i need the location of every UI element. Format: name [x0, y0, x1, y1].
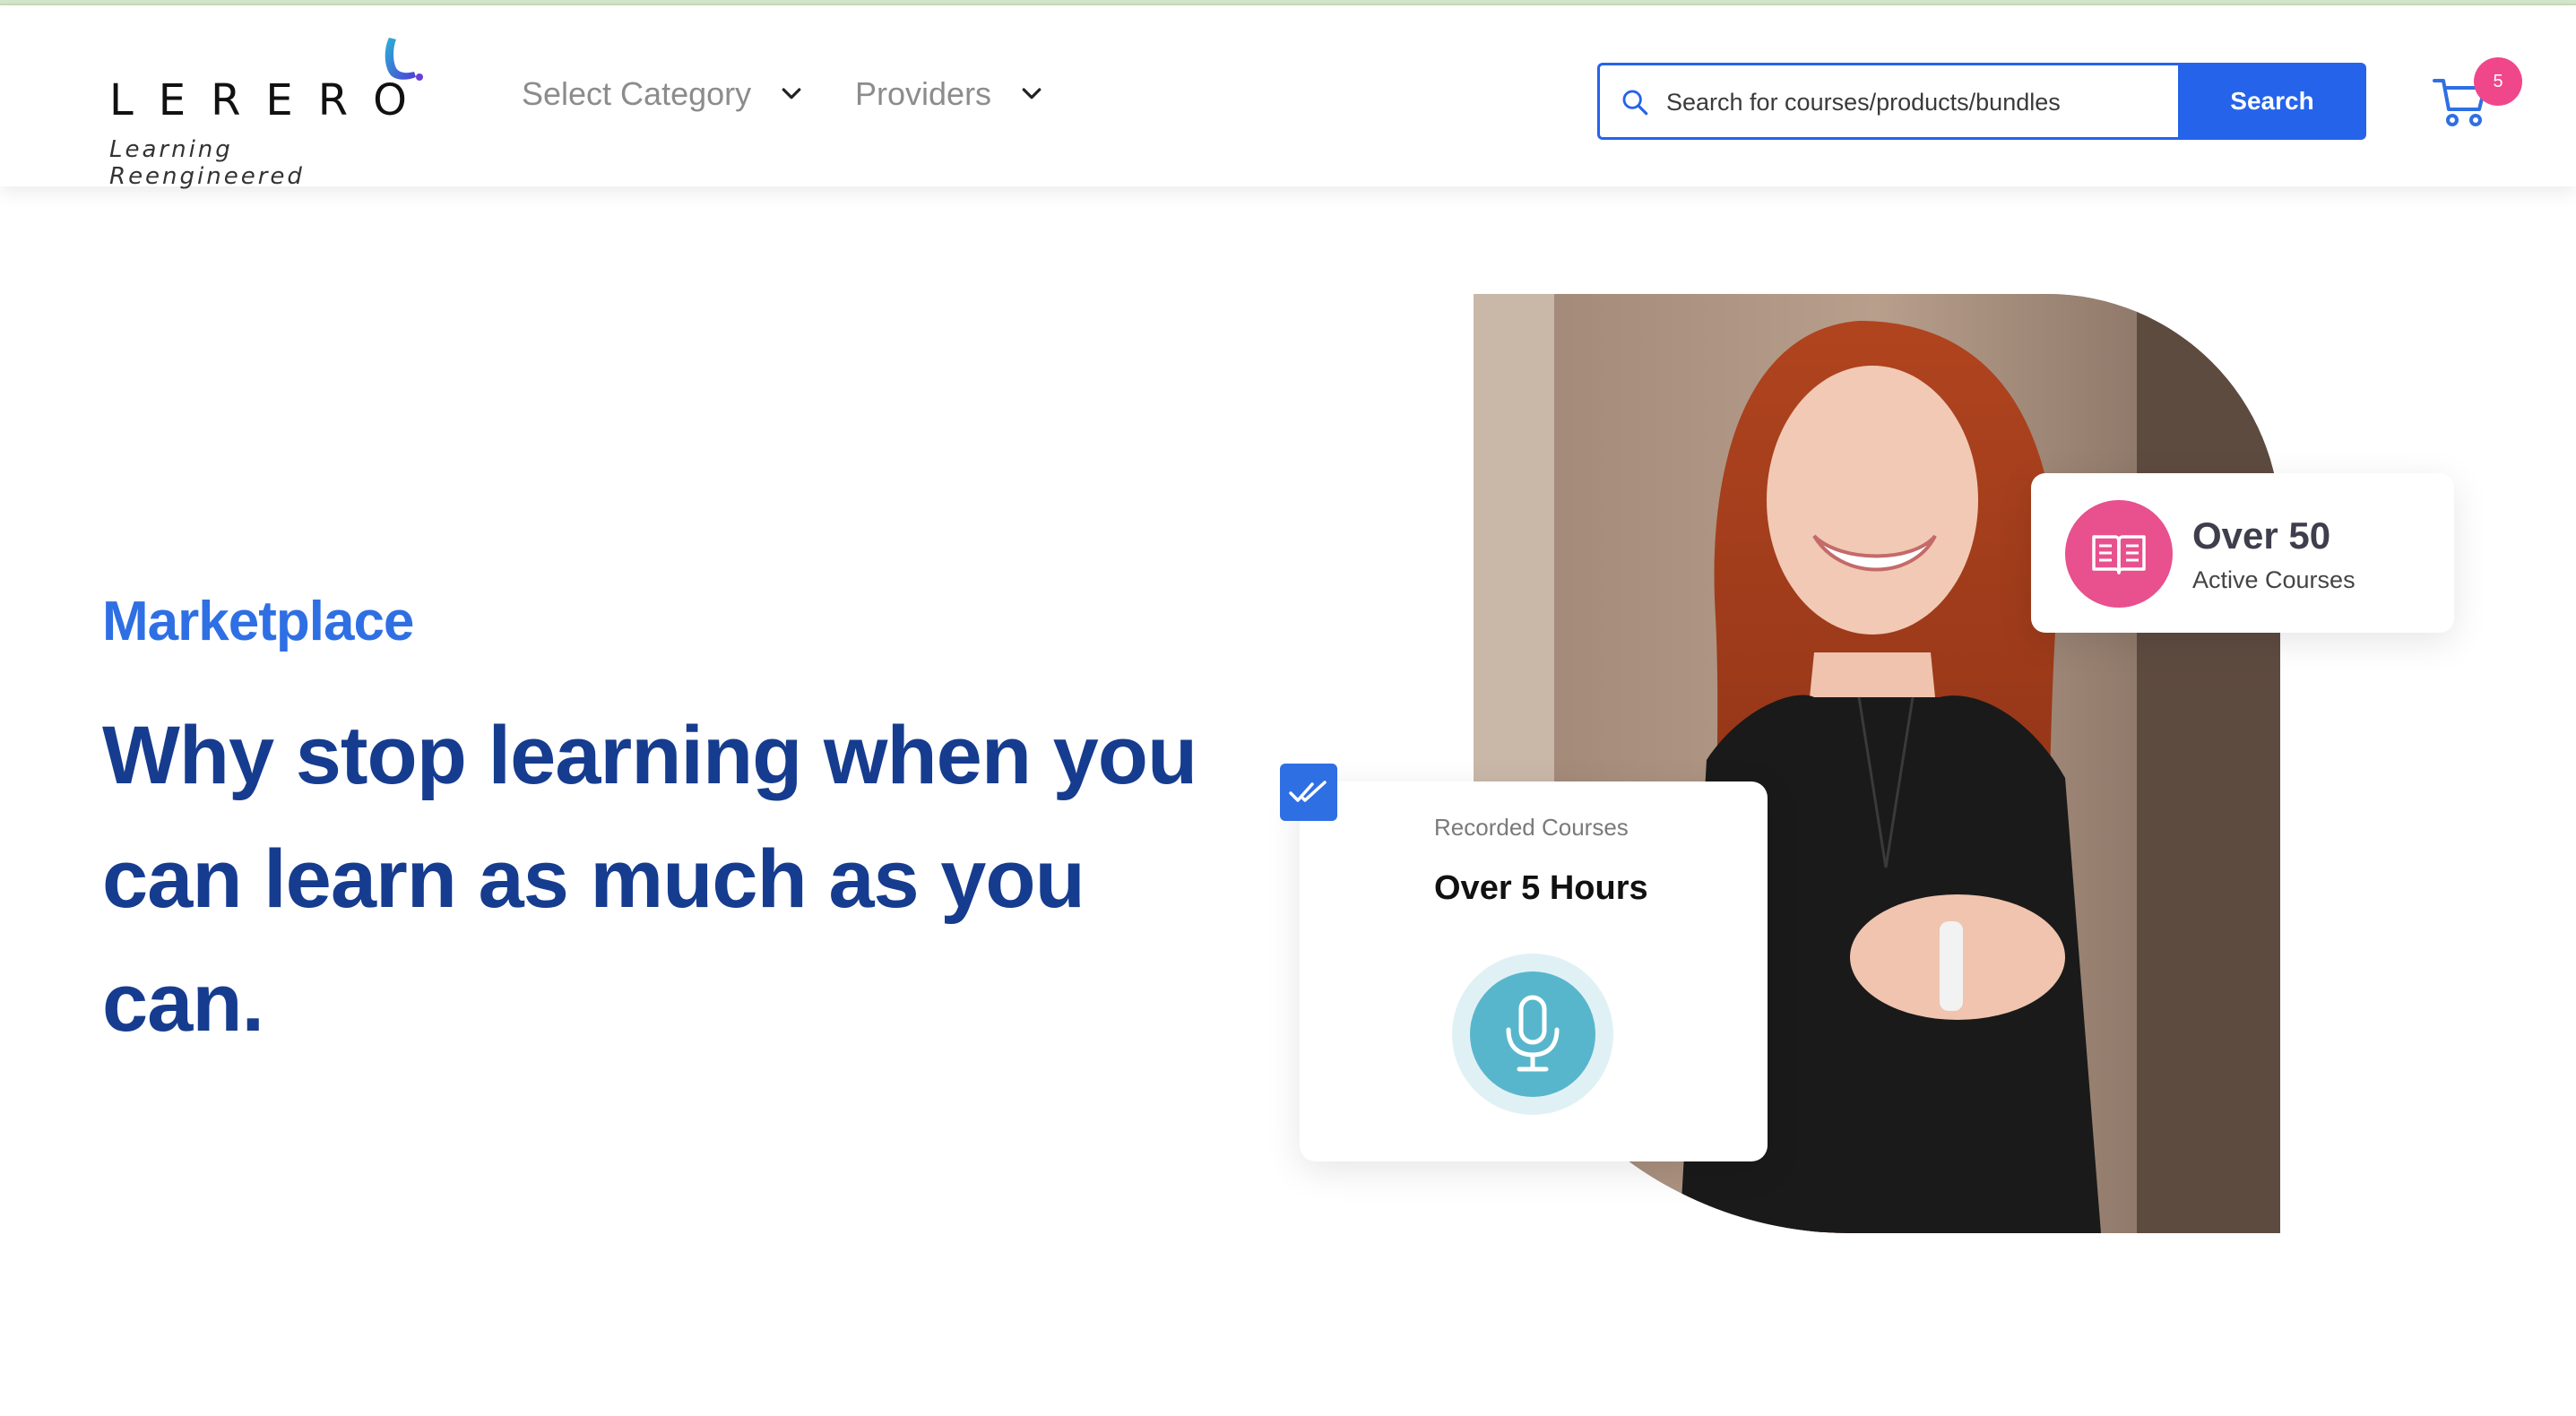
search-input[interactable] — [1664, 65, 2170, 139]
chevron-down-icon — [782, 88, 801, 99]
hero-headline: Why stop learning when you can learn as … — [102, 710, 1197, 1049]
open-book-icon — [2065, 500, 2173, 608]
active-courses-count: Over 50 — [2192, 514, 2331, 557]
search-bar: Search — [1597, 63, 2366, 140]
chevron-down-icon — [1022, 88, 1042, 99]
select-category-dropdown[interactable]: Select Category — [522, 75, 805, 113]
logo-wordmark: LERERO — [109, 75, 432, 125]
recorded-courses-label: Recorded Courses — [1434, 814, 1629, 841]
logo-tagline: Learning Reengineered — [109, 136, 305, 190]
providers-dropdown[interactable]: Providers — [855, 75, 1045, 113]
double-check-icon — [1280, 764, 1337, 821]
microphone-icon — [1470, 971, 1595, 1097]
active-courses-card: Over 50 Active Courses — [2031, 473, 2454, 633]
brand-logo[interactable]: LERERO Learning Reengineered — [106, 30, 428, 190]
recorded-courses-card: Recorded Courses Over 5 Hours — [1300, 781, 1768, 1161]
search-button[interactable]: Search — [2178, 63, 2366, 140]
top-navbar: LERERO Learning Reengineered Select Cate… — [0, 5, 2576, 190]
hero-eyebrow: Marketplace — [102, 591, 414, 652]
select-category-label: Select Category — [522, 75, 752, 112]
active-courses-label: Active Courses — [2192, 566, 2356, 593]
microphone-badge — [1452, 954, 1613, 1115]
recorded-courses-hours: Over 5 Hours — [1434, 869, 1648, 907]
providers-label: Providers — [855, 75, 992, 112]
cart-count-badge: 5 — [2474, 57, 2522, 106]
search-icon — [1622, 90, 1648, 116]
search-field-container — [1597, 63, 2178, 140]
